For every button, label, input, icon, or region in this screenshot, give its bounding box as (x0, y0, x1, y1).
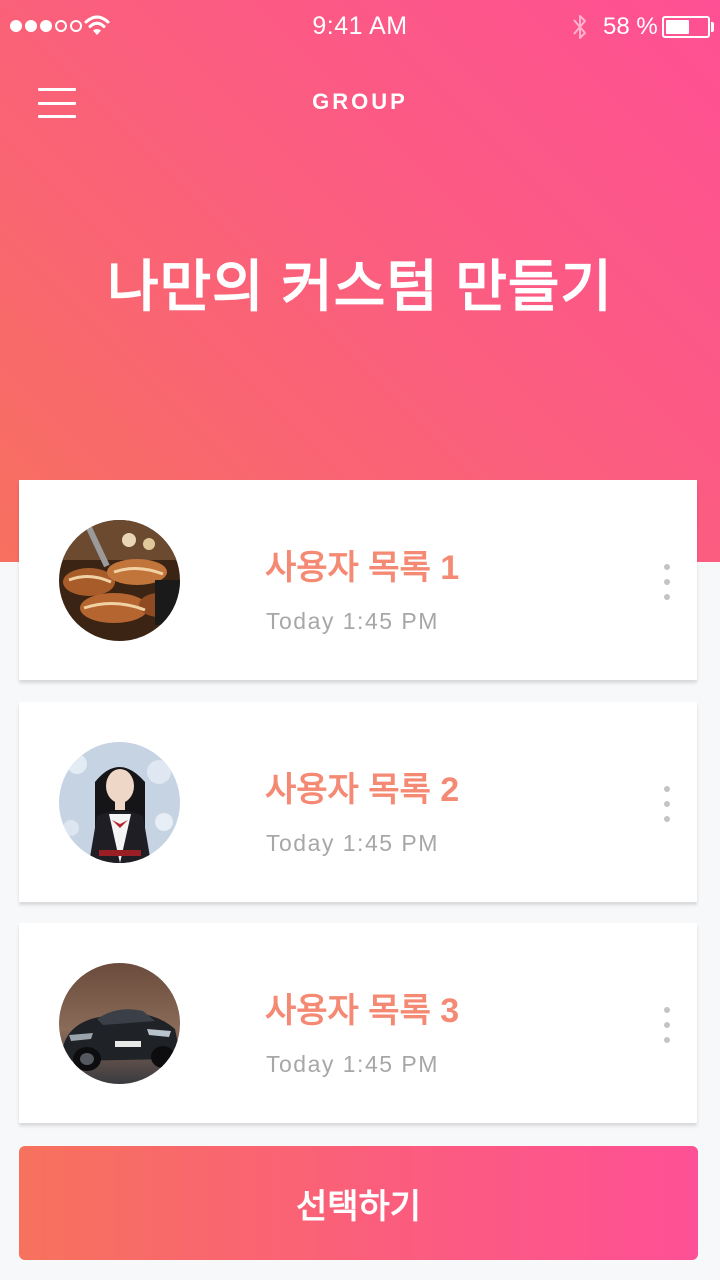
battery-cap (711, 22, 714, 32)
list-item[interactable]: 사용자 목록 1 Today 1:45 PM (19, 480, 697, 680)
page-title: GROUP (312, 89, 408, 114)
list-item-time: Today 1:45 PM (266, 608, 439, 634)
hero-title: 나만의 커스텀 만들기 (107, 255, 613, 318)
list-item-title: 사용자 목록 1 (265, 549, 460, 587)
grilled-meat-photo (59, 520, 180, 641)
portrait-photo (59, 742, 180, 863)
list-item[interactable]: 사용자 목록 2 Today 1:45 PM (19, 702, 697, 902)
list-item-title: 사용자 목록 2 (265, 771, 460, 809)
car-photo (59, 963, 180, 1084)
battery-level (666, 20, 690, 34)
list-item-time: Today 1:45 PM (266, 830, 439, 856)
list-item[interactable]: 사용자 목록 3 Today 1:45 PM (19, 923, 697, 1123)
select-button[interactable]: 선택하기 (19, 1146, 698, 1260)
more-vertical-icon[interactable] (657, 786, 677, 822)
list-item-time: Today 1:45 PM (266, 1051, 439, 1077)
bluetooth-icon (573, 15, 586, 39)
status-bar: 9:41 AM 58 % (0, 0, 720, 56)
battery-percent: 58 % (603, 13, 658, 40)
list-item-title: 사용자 목록 3 (265, 992, 460, 1030)
more-vertical-icon[interactable] (657, 564, 677, 600)
battery-icon (662, 16, 710, 38)
more-vertical-icon[interactable] (657, 1007, 677, 1043)
